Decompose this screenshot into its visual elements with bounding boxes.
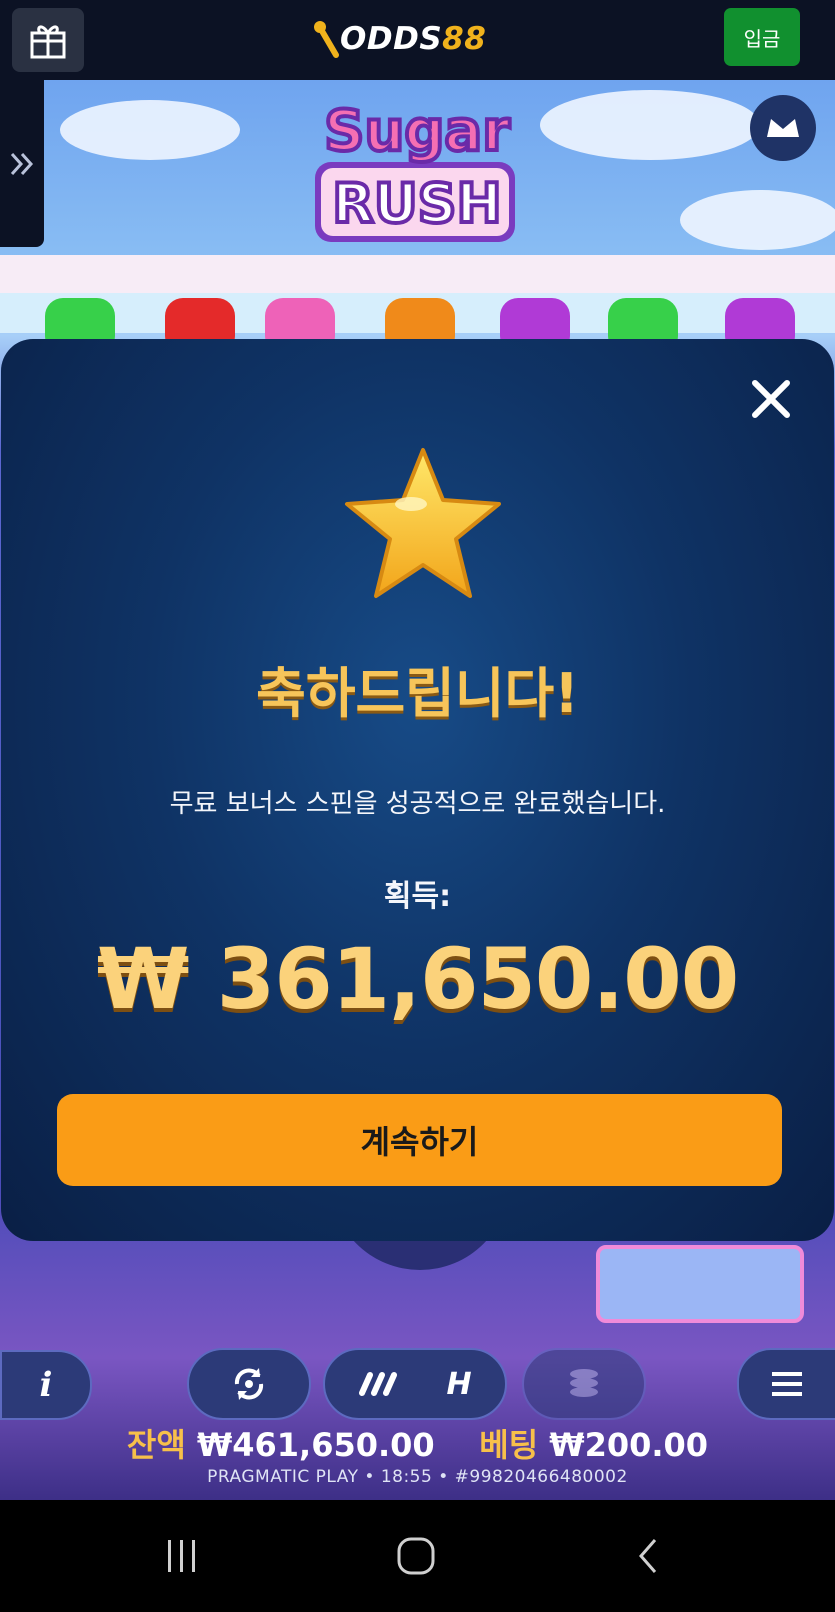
menu-icon xyxy=(772,1372,802,1396)
sugar-rush-logo: Sugar RUSH xyxy=(315,97,515,242)
bet-value: ₩200.00 xyxy=(549,1426,709,1464)
close-icon[interactable] xyxy=(747,375,795,423)
autoplay-button[interactable] xyxy=(187,1348,311,1420)
info-icon: i xyxy=(39,1365,53,1405)
win-amount: ₩ 361,650.00 xyxy=(96,930,739,1028)
crown-icon xyxy=(767,119,799,137)
balance-value: ₩461,650.00 xyxy=(196,1426,435,1464)
speed-icon xyxy=(359,1372,398,1396)
gift-button[interactable] xyxy=(12,8,84,72)
recent-apps-icon xyxy=(168,1540,195,1572)
autoplay-icon xyxy=(234,1368,264,1400)
speed-toggle[interactable]: H xyxy=(323,1348,507,1420)
cloud xyxy=(680,190,835,250)
gift-icon xyxy=(30,25,66,59)
cloud xyxy=(60,100,240,160)
mic-logo-icon xyxy=(314,21,339,58)
balance-bar: 잔액 ₩461,650.00 베팅 ₩200.00 xyxy=(0,1420,835,1466)
top-bar: ODDS88 입금 xyxy=(0,0,835,80)
bet-label: 베팅 xyxy=(479,1426,539,1464)
side-panel-toggle[interactable] xyxy=(0,80,44,247)
coins-icon xyxy=(570,1369,598,1397)
home-icon xyxy=(397,1537,435,1575)
bonus-complete-dialog: 축하드립니다! 무료 보너스 스핀을 성공적으로 완료했습니다. 획득: ₩ 3… xyxy=(1,339,834,1241)
balance-label: 잔액 xyxy=(126,1426,186,1464)
double-chevron-right-icon xyxy=(10,152,34,175)
odds88-logo[interactable]: ODDS88 xyxy=(312,14,486,64)
continue-button[interactable]: 계속하기 xyxy=(57,1094,782,1186)
logo-text: ODDS88 xyxy=(340,21,487,57)
turbo-label: H xyxy=(446,1366,472,1402)
cloud xyxy=(540,90,760,160)
system-nav-bar xyxy=(0,1500,835,1612)
info-button[interactable]: i xyxy=(0,1350,92,1420)
game-footer: PRAGMATIC PLAY • 18:55 • #99820466480002 xyxy=(207,1467,628,1487)
crown-button[interactable] xyxy=(750,95,816,161)
earned-label: 획득: xyxy=(383,879,452,914)
back-icon xyxy=(639,1539,657,1573)
home-button[interactable] xyxy=(386,1528,446,1584)
deposit-button[interactable]: 입금 xyxy=(724,8,800,66)
dialog-title: 축하드립니다! xyxy=(256,662,579,725)
dialog-message: 무료 보너스 스핀을 성공적으로 완료했습니다. xyxy=(169,789,666,819)
recent-apps-button[interactable] xyxy=(152,1528,212,1584)
multiplier-frame xyxy=(596,1245,804,1323)
back-button[interactable] xyxy=(618,1528,678,1584)
bet-coins-button[interactable] xyxy=(522,1348,646,1420)
star-icon xyxy=(345,448,501,598)
svg-text:RUSH: RUSH xyxy=(332,172,502,235)
svg-text:Sugar: Sugar xyxy=(324,99,510,164)
menu-button[interactable] xyxy=(737,1348,835,1420)
